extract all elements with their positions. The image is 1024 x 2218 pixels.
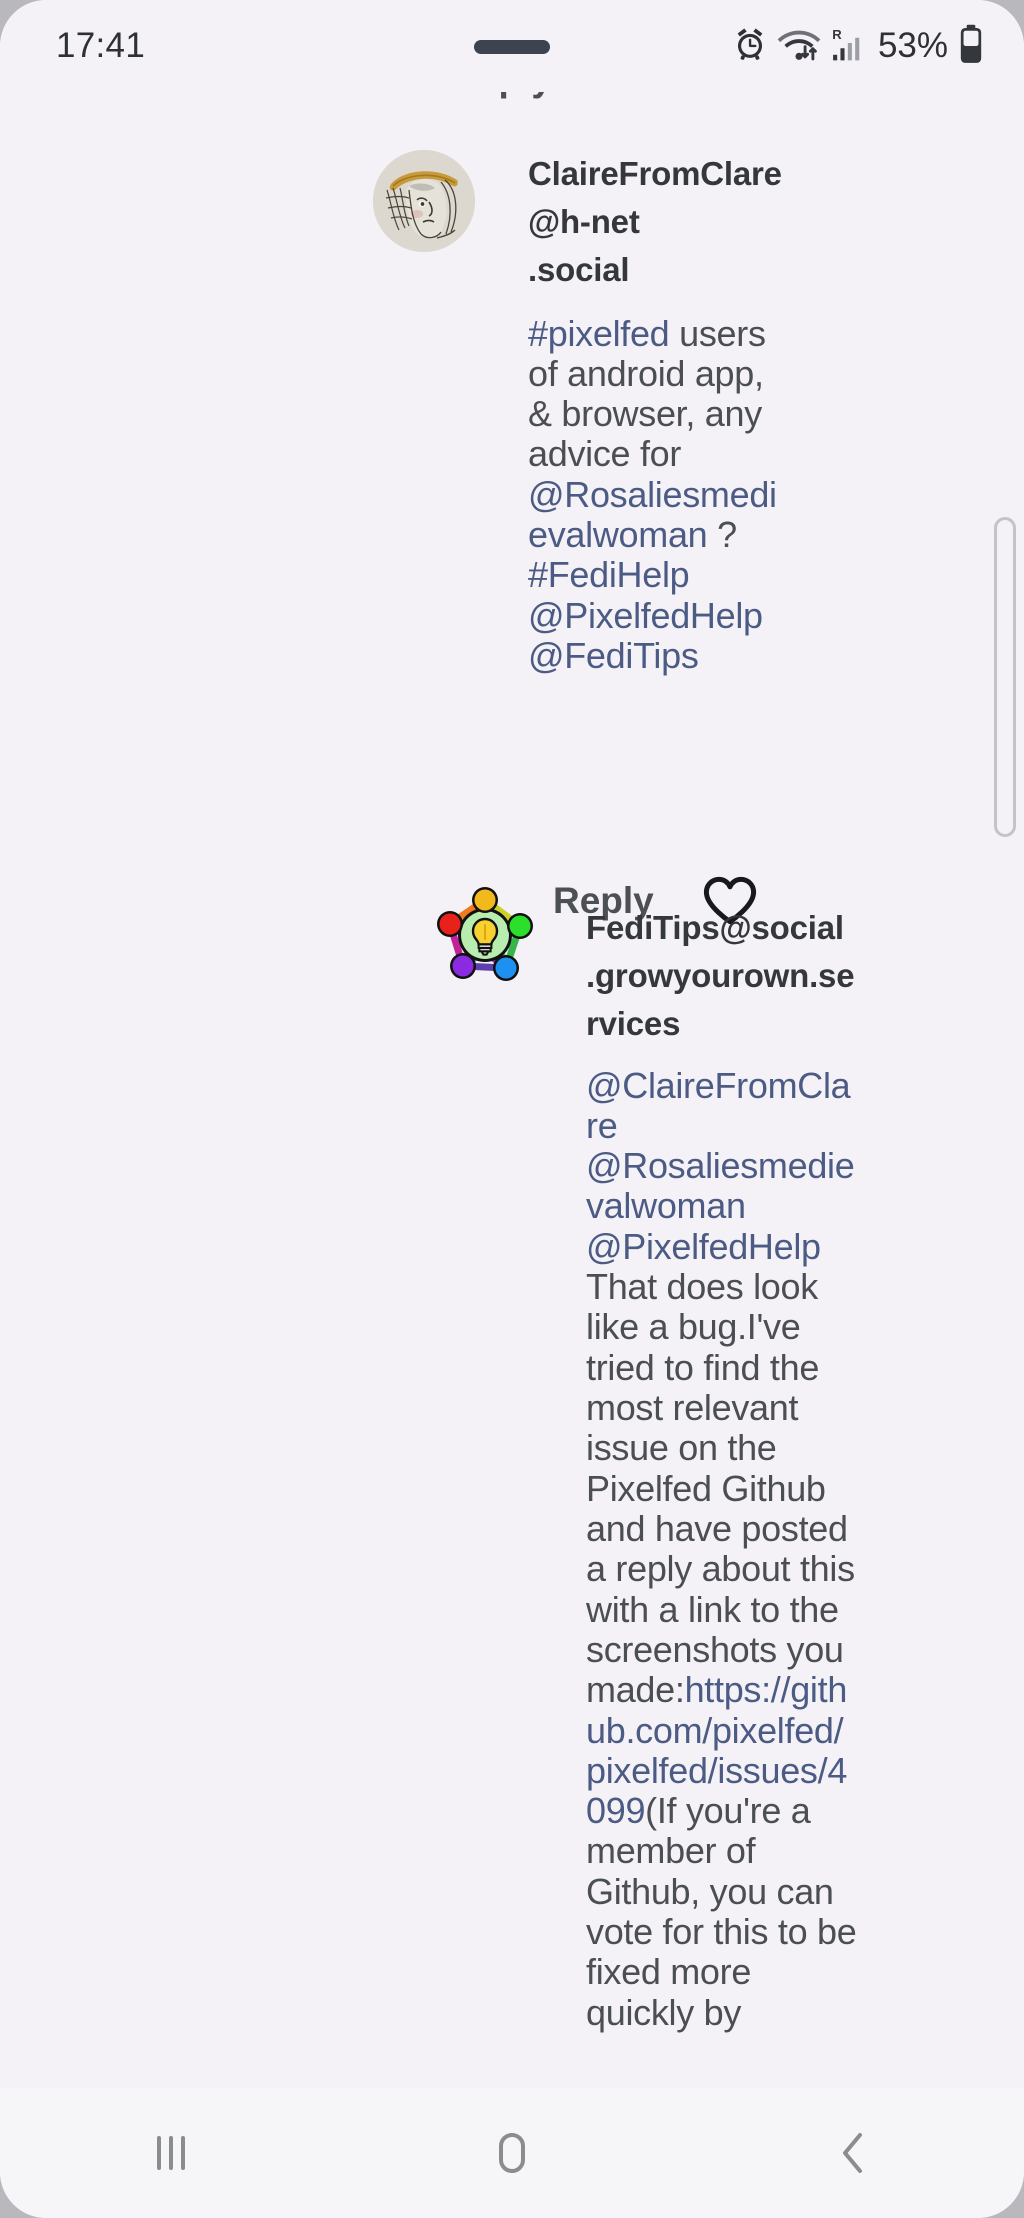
avatar[interactable]: [373, 150, 475, 252]
status-indicators: R 53%: [731, 24, 984, 69]
status-bar: 17:41 R 53%: [0, 0, 1024, 92]
alarm-icon: [731, 25, 769, 68]
post-text-plain-2: ?: [707, 514, 737, 556]
author-line-2: .growyourown.services: [586, 956, 855, 1042]
camera-pill: [474, 40, 550, 54]
battery-percent-label: 53%: [877, 26, 948, 65]
wifi-icon: [777, 25, 821, 68]
status-clock: 17:41: [56, 26, 146, 65]
mention-link-3[interactable]: @FediTips: [528, 635, 699, 676]
post-author-name[interactable]: FediTips@social .growyourown.services: [586, 904, 858, 1048]
post-content: ClaireFromClare@h-net .social #pixelfed …: [528, 150, 793, 676]
post-text: #pixelfed users of android app, & browse…: [528, 313, 793, 677]
scrollbar-thumb[interactable]: [994, 517, 1016, 837]
mention-link[interactable]: @Rosaliesmedievalwoman: [528, 474, 777, 555]
post-text: @ClaireFromClare @Rosaliesmedievalwoman …: [586, 1065, 858, 2034]
mention-link-2[interactable]: @Rosaliesmedievalwoman: [586, 1145, 855, 1226]
navigation-bar: [0, 2088, 1024, 2218]
home-icon[interactable]: [424, 2125, 600, 2181]
hashtag-link-2[interactable]: #FediHelp: [528, 554, 690, 595]
phone-screen: 17:41 R 53% ClaireFromClare@h-net .socia…: [0, 0, 1024, 2218]
recents-icon[interactable]: [83, 2125, 259, 2181]
reply-body-text: That does look like a bug.I've tried to …: [586, 1266, 855, 1711]
mention-link-3[interactable]: @PixelfedHelp: [586, 1226, 821, 1267]
partial-previous-post-actions: Reply: [0, 92, 1024, 138]
avatar[interactable]: [432, 882, 538, 988]
author-line-2: .social: [528, 250, 630, 288]
hashtag-link[interactable]: #pixelfed: [528, 313, 670, 354]
thread-scroll-area[interactable]: Reply: [0, 92, 1024, 2088]
battery-icon: [958, 24, 984, 69]
post-content: FediTips@social .growyourown.services @C…: [586, 904, 858, 2033]
chevron-down-icon[interactable]: [672, 92, 724, 98]
svg-text:R: R: [832, 27, 842, 42]
post-author-name[interactable]: ClaireFromClare@h-net .social: [528, 150, 793, 294]
roaming-signal-icon: R: [829, 25, 865, 68]
mention-link[interactable]: @ClaireFromClare: [586, 1065, 851, 1146]
author-line-1: ClaireFromClare@h-net: [528, 155, 782, 240]
author-line-1: FediTips@social: [586, 909, 844, 946]
back-icon[interactable]: [765, 2125, 941, 2181]
mention-link-2[interactable]: @PixelfedHelp: [528, 595, 763, 636]
partial-reply-button[interactable]: Reply: [451, 92, 552, 100]
